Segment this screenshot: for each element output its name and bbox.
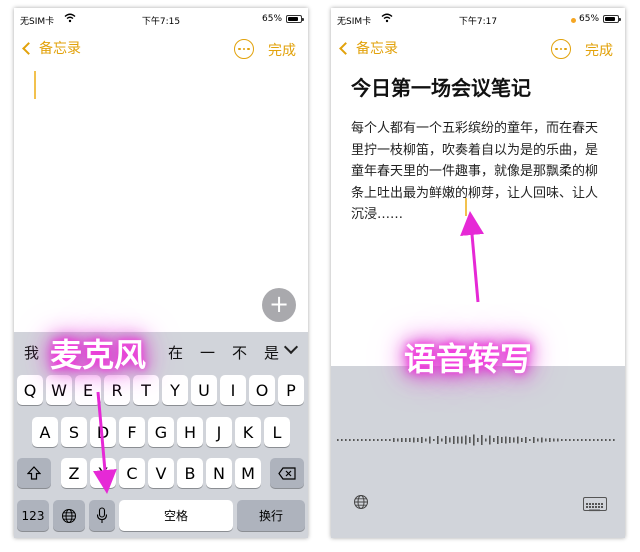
arrow-to-text — [460, 211, 485, 303]
annotation-arrows — [92, 211, 485, 494]
annotation-label-microphone: 麦克风 — [50, 336, 147, 374]
annotation-label-dictation: 语音转写 — [404, 340, 533, 378]
arrow-to-microphone — [92, 391, 117, 494]
